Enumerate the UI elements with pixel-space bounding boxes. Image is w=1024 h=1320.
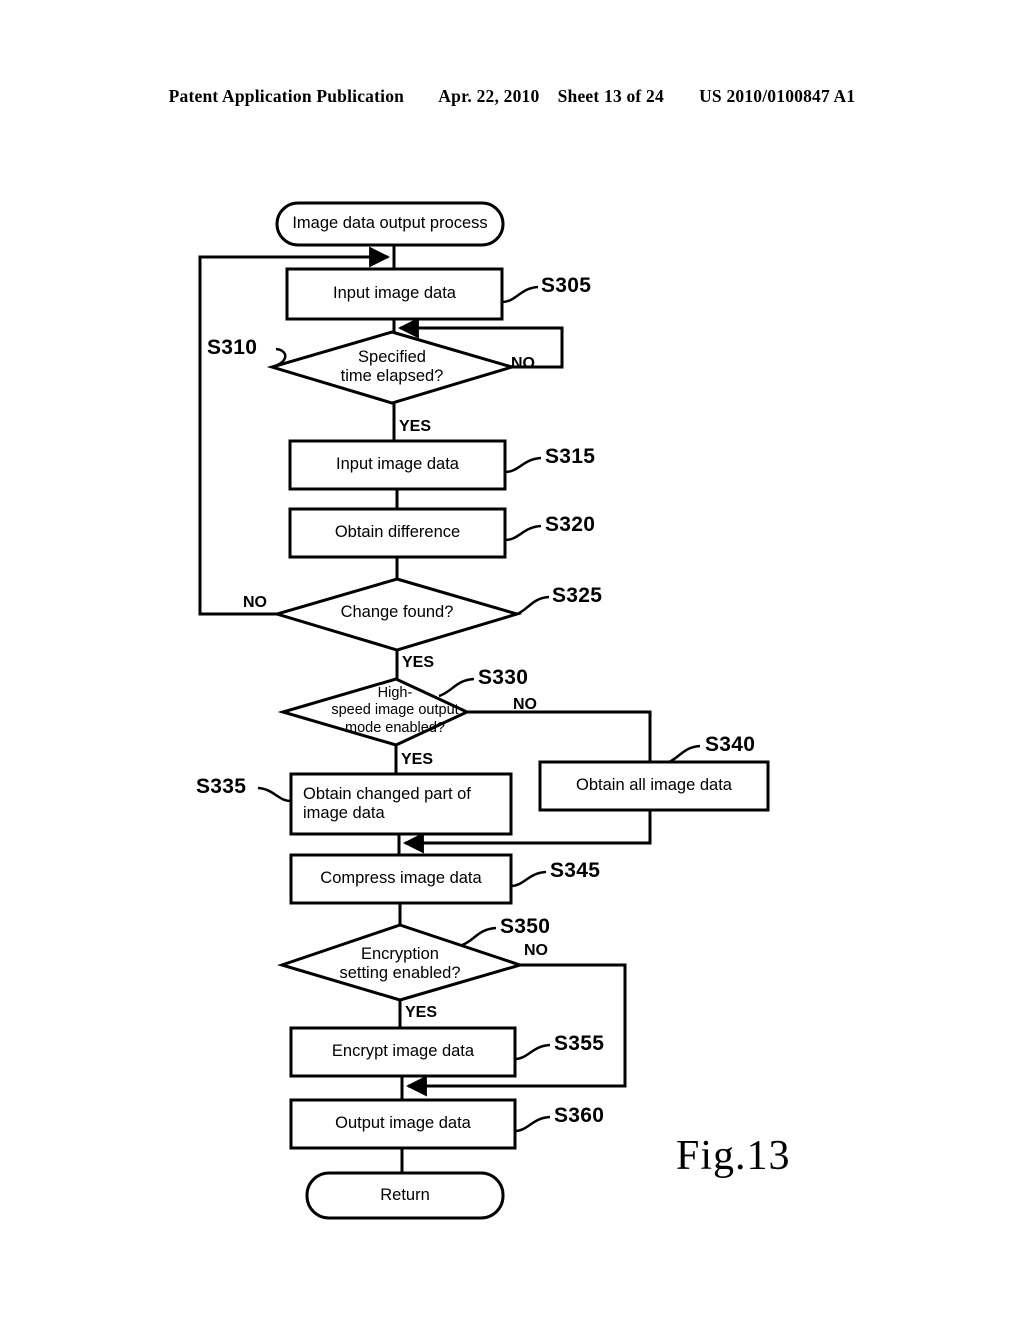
node-shape-s325 [271,577,523,652]
figure-caption: Fig.13 [676,1133,791,1179]
step-label-s355: S355 [554,1032,605,1055]
leader-s305 [501,285,539,304]
leader-s315 [504,456,542,474]
connector-s330-no-to-s340 [467,710,652,762]
node-shape-s330 [277,677,471,747]
leader-s320 [504,524,542,542]
node-shape-s345 [289,853,513,905]
step-label-s325: S325 [552,584,603,607]
node-shape-s310 [266,330,518,405]
leader-s325 [516,595,550,616]
leader-s330 [438,677,475,698]
branch-label-s350-no: NO [524,942,548,959]
branch-label-s330-yes: YES [401,751,434,768]
step-label-s305: S305 [541,274,592,297]
step-label-s315: S315 [545,445,596,468]
node-shape-s305 [285,267,504,321]
node-shape-s315 [288,439,507,491]
step-label-s360: S360 [554,1104,605,1127]
flowchart-canvas [198,201,770,1220]
node-shape-start [275,201,505,247]
branch-label-s350-yes: YES [405,1004,438,1021]
branch-label-s325-no: NO [243,594,267,611]
step-label-s335: S335 [196,775,247,798]
connector-s340-merge [402,810,652,854]
step-label-s330: S330 [478,666,529,689]
step-label-s340: S340 [705,733,756,756]
leader-s355 [514,1043,551,1061]
node-shape-s350 [277,923,526,1002]
step-label-s345: S345 [550,859,601,882]
branch-label-s310-yes: YES [399,418,432,435]
node-shape-s355 [289,1026,517,1078]
step-label-s310: S310 [207,336,258,359]
node-shape-s360 [289,1098,517,1150]
leader-s335 [257,786,292,803]
branch-label-s330-no: NO [513,696,537,713]
leader-s345 [510,870,547,888]
branch-label-s325-yes: YES [402,654,435,671]
step-label-s320: S320 [545,513,596,536]
branch-label-s310-no: NO [511,355,535,372]
connector-s310-no-loop [397,317,564,369]
node-shape-s320 [288,507,507,559]
node-shape-s340 [538,760,770,812]
node-shape-s335 [289,772,513,836]
leader-s350 [461,926,497,947]
step-label-s350: S350 [500,915,551,938]
connector-s325-no-loop [198,246,391,616]
node-shape-end [305,1171,505,1220]
flowchart-figure: Image data output process Input image da… [0,0,1024,1320]
leader-s360 [514,1115,551,1133]
leader-s340 [668,744,701,764]
